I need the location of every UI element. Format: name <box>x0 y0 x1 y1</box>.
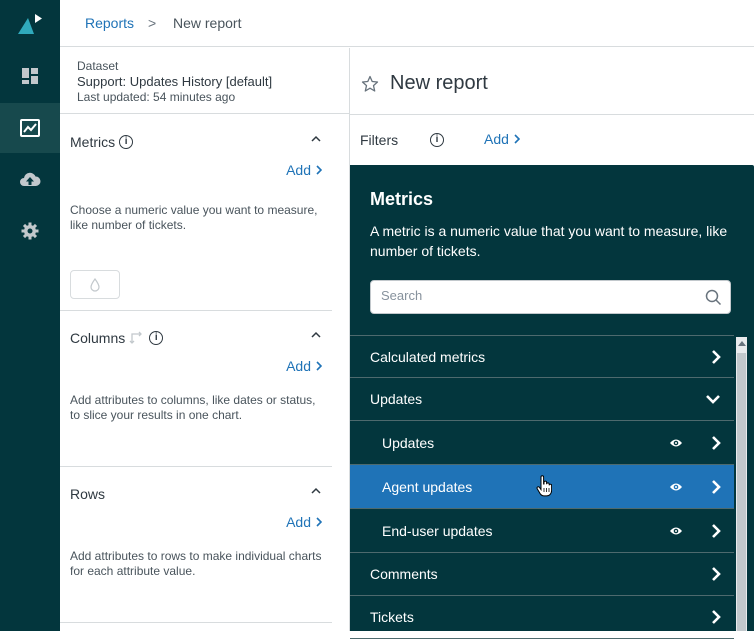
list-item-label: Tickets <box>370 609 414 625</box>
eye-icon[interactable] <box>669 525 683 537</box>
info-icon[interactable]: i <box>149 331 164 345</box>
filters-add-label: Add <box>484 131 509 147</box>
list-item-tickets[interactable]: Tickets <box>350 596 734 639</box>
dataset-last-updated: Last updated: 54 minutes ago <box>77 90 236 104</box>
list-item-label: End-user updates <box>382 522 493 539</box>
upload-icon <box>20 172 41 186</box>
list-item-agent-updates[interactable]: Agent updates <box>350 465 734 509</box>
chevron-up-icon[interactable] <box>310 487 322 495</box>
nav-rail <box>0 0 60 631</box>
report-header: New report <box>350 48 754 115</box>
chevron-right-icon <box>712 610 721 624</box>
swap-icon[interactable] <box>129 331 145 345</box>
metrics-add-label: Add <box>286 162 311 178</box>
info-icon[interactable]: i <box>119 135 134 149</box>
chevron-right-icon <box>316 361 322 371</box>
reporting-icon <box>20 119 40 137</box>
chevron-up-icon[interactable] <box>310 135 322 143</box>
list-item-comments[interactable]: Comments <box>350 553 734 596</box>
panel-scrollbar[interactable] <box>332 115 349 631</box>
list-item-updates[interactable]: Updates <box>350 421 734 465</box>
chevron-right-icon <box>712 567 721 581</box>
breadcrumb-separator: > <box>148 15 157 31</box>
popover-title: Metrics <box>370 189 434 209</box>
rows-description: Add attributes to rows to make individua… <box>70 549 322 578</box>
metrics-section: Metrics i Add Choose a numeric value you… <box>60 115 332 311</box>
rows-section-title: Rows <box>70 486 105 502</box>
search-input[interactable] <box>381 288 681 303</box>
breadcrumb-reports-link[interactable]: Reports <box>85 15 134 31</box>
metrics-drop-zone[interactable] <box>70 270 120 299</box>
dataset-name: Support: Updates History [default] <box>77 74 273 89</box>
report-config-panel: Dataset Support: Updates History [defaul… <box>60 48 350 631</box>
search-icon[interactable] <box>705 289 722 306</box>
metrics-list-scrollbar[interactable] <box>736 337 747 631</box>
metrics-add-button[interactable]: Add <box>286 162 322 178</box>
chevron-right-icon <box>514 134 520 144</box>
filters-bar: Filters i Add <box>350 116 754 165</box>
metrics-description: Choose a numeric value you want to measu… <box>70 203 318 232</box>
dataset-info: Dataset Support: Updates History [defaul… <box>60 48 349 114</box>
logo-icon[interactable] <box>16 12 46 36</box>
columns-section-title: Columns i <box>70 330 164 346</box>
list-item-label: Calculated metrics <box>370 348 486 365</box>
filters-add-button[interactable]: Add <box>484 131 520 147</box>
list-item-label: Agent updates <box>382 478 473 495</box>
chevron-up-icon[interactable] <box>310 331 322 339</box>
list-item-calculated-metrics[interactable]: Calculated metrics <box>350 335 734 378</box>
rows-section: Rows Add Add attributes to rows to make … <box>60 467 332 623</box>
list-item-end-user-updates[interactable]: End-user updates <box>350 509 734 553</box>
chevron-right-icon <box>712 523 721 538</box>
list-item-label: Comments <box>370 566 438 582</box>
nav-dashboard[interactable] <box>0 51 60 101</box>
metrics-section-title: Metrics i <box>70 134 134 150</box>
hand-cursor-icon <box>536 475 552 497</box>
rows-add-label: Add <box>286 514 311 530</box>
popover-description: A metric is a numeric value that you wan… <box>370 223 728 259</box>
columns-description: Add attributes to columns, like dates or… <box>70 393 316 422</box>
nav-settings[interactable] <box>0 206 60 256</box>
nav-upload[interactable] <box>0 155 60 205</box>
chevron-down-icon <box>706 395 720 404</box>
chevron-right-icon <box>712 349 721 364</box>
report-main: New report Filters i Add Metrics A metri… <box>350 48 754 639</box>
columns-add-label: Add <box>286 358 311 374</box>
eye-icon[interactable] <box>669 481 683 493</box>
dataset-label: Dataset <box>77 59 119 73</box>
list-item-label: Updates <box>382 434 435 451</box>
rows-add-button[interactable]: Add <box>286 514 322 530</box>
metrics-list: Calculated metrics Updates Updates Agent… <box>350 335 734 639</box>
columns-title-text: Columns <box>70 330 126 346</box>
dashboard-icon <box>22 68 38 84</box>
list-item-label: Updates <box>370 391 423 407</box>
metrics-search <box>370 280 731 314</box>
scroll-up-arrow[interactable] <box>738 341 746 346</box>
chevron-right-icon <box>316 165 322 175</box>
metrics-title-text: Metrics <box>70 134 116 150</box>
metrics-popover: Metrics A metric is a numeric value that… <box>350 165 754 639</box>
eye-icon[interactable] <box>669 437 683 449</box>
breadcrumb: Reports > New report <box>60 0 754 47</box>
columns-add-button[interactable]: Add <box>286 358 322 374</box>
filters-label: Filters <box>360 132 399 148</box>
breadcrumb-current: New report <box>173 15 242 31</box>
drop-icon <box>90 277 100 292</box>
list-item-updates-group[interactable]: Updates <box>350 378 734 421</box>
settings-icon <box>21 222 39 240</box>
chevron-right-icon <box>712 435 721 450</box>
scrollbar-thumb[interactable] <box>737 353 746 631</box>
star-icon[interactable] <box>361 75 379 93</box>
chevron-right-icon <box>712 479 721 494</box>
chevron-right-icon <box>316 517 322 527</box>
columns-section: Columns i Add Add attributes to columns,… <box>60 311 332 467</box>
rows-title-text: Rows <box>70 486 106 502</box>
report-title[interactable]: New report <box>390 72 488 95</box>
nav-reporting[interactable] <box>0 103 60 153</box>
info-icon[interactable]: i <box>430 133 444 147</box>
